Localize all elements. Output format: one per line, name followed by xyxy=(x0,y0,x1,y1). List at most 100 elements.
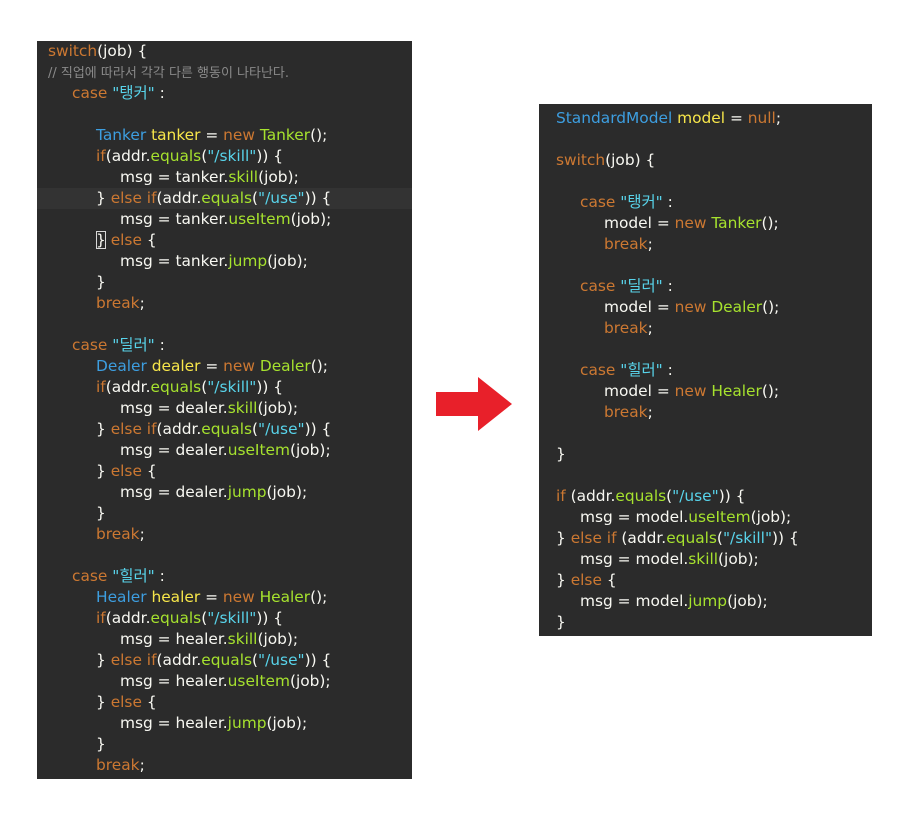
code-token: } xyxy=(96,735,106,753)
code-token: { xyxy=(141,462,157,480)
code-token: )) { xyxy=(304,420,332,438)
code-token: )) { xyxy=(256,378,284,396)
code-token: msg = dealer. xyxy=(120,441,228,459)
code-token: (job); xyxy=(257,399,299,417)
code-line: StandardModel model = null; xyxy=(539,108,872,129)
code-token: case xyxy=(580,361,621,379)
code-line: } xyxy=(37,272,412,293)
code-token: (addr. xyxy=(565,487,616,505)
code-line: msg = dealer.skill(job); xyxy=(37,398,412,419)
code-token: (); xyxy=(762,298,780,316)
code-token: Dealer xyxy=(711,298,763,316)
code-line: } else if(addr.equals("/use")) { xyxy=(37,650,412,671)
code-line: break; xyxy=(37,293,412,314)
code-token: )) { xyxy=(304,189,332,207)
code-token: (); xyxy=(310,126,328,144)
code-token: (); xyxy=(761,214,779,232)
code-token: equals xyxy=(150,609,202,627)
code-token: else if xyxy=(110,420,157,438)
code-line: msg = tanker.useItem(job); xyxy=(37,209,412,230)
code-token: break xyxy=(96,294,140,312)
code-token: (addr. xyxy=(156,189,202,207)
code-line: msg = tanker.jump(job); xyxy=(37,251,412,272)
code-token: msg = dealer. xyxy=(120,399,228,417)
code-token: (addr. xyxy=(156,420,202,438)
code-line: } else { xyxy=(37,692,412,713)
code-token: (job); xyxy=(289,441,331,459)
code-line: if(addr.equals("/skill")) { xyxy=(37,146,412,167)
code-token: (job) { xyxy=(97,42,148,60)
code-token: Tanker xyxy=(711,214,762,232)
code-token: msg = healer. xyxy=(120,630,228,648)
code-line: case "딜러" : xyxy=(37,335,412,356)
code-token: msg = model. xyxy=(580,550,689,568)
code-token: "/skill" xyxy=(207,378,257,396)
code-token: } xyxy=(556,445,566,463)
code-line: break; xyxy=(539,402,872,423)
code-token: (); xyxy=(310,588,328,606)
code-line: model = new Tanker(); xyxy=(539,213,872,234)
code-token: (job); xyxy=(266,714,308,732)
code-token: switch xyxy=(556,151,606,169)
code-token: (addr. xyxy=(156,651,202,669)
code-token: msg = healer. xyxy=(120,714,228,732)
code-token: skill xyxy=(228,168,259,186)
code-token: } xyxy=(96,420,111,438)
code-token: break xyxy=(96,525,140,543)
code-line: break; xyxy=(37,755,412,776)
code-token: "/skill" xyxy=(207,147,257,165)
code-token: Healer xyxy=(711,382,762,400)
code-line: msg = healer.skill(job); xyxy=(37,629,412,650)
code-line: model = new Dealer(); xyxy=(539,297,872,318)
code-token: else xyxy=(110,462,142,480)
code-line: } xyxy=(539,612,872,633)
code-line: msg = healer.jump(job); xyxy=(37,713,412,734)
code-token: switch xyxy=(48,42,98,60)
code-token: equals xyxy=(201,420,253,438)
code-line: Dealer dealer = new Dealer(); xyxy=(37,356,412,377)
code-token: } xyxy=(96,462,111,480)
code-token: msg = tanker. xyxy=(120,252,229,270)
code-line: Healer healer = new Healer(); xyxy=(37,587,412,608)
code-line: Tanker tanker = new Tanker(); xyxy=(37,125,412,146)
code-token: (job); xyxy=(290,210,332,228)
code-panel-after: StandardModel model = null; switch(job) {… xyxy=(539,104,872,636)
code-token: if xyxy=(556,487,566,505)
code-token: { xyxy=(141,231,157,249)
code-token: skill xyxy=(227,630,258,648)
code-token: useItem xyxy=(688,508,751,526)
code-panel-before: switch(job) {// 직업에 따라서 각각 다른 행동이 나타난다. c… xyxy=(37,41,412,779)
code-token: equals xyxy=(615,487,667,505)
code-token: else xyxy=(110,693,142,711)
code-token: useItem xyxy=(227,672,290,690)
code-token: "탱커" xyxy=(112,84,155,102)
code-token: )) { xyxy=(256,147,284,165)
code-token: jump xyxy=(228,252,268,270)
code-token: else if xyxy=(110,651,157,669)
code-token: case xyxy=(72,336,113,354)
code-token: Dealer xyxy=(259,357,311,375)
code-token: break xyxy=(604,319,648,337)
code-token: jump xyxy=(227,483,267,501)
code-token: (job); xyxy=(266,483,308,501)
code-token: jump xyxy=(227,714,267,732)
code-token: msg = dealer. xyxy=(120,483,228,501)
code-token: )) { xyxy=(256,609,284,627)
code-token: new xyxy=(223,126,260,144)
code-token: equals xyxy=(150,378,202,396)
code-token: ; xyxy=(775,109,781,127)
code-line: break; xyxy=(37,524,412,545)
code-token: } xyxy=(556,529,571,547)
code-token: new xyxy=(674,382,712,400)
code-token: (addr. xyxy=(616,529,667,547)
text-cursor: } xyxy=(96,231,106,249)
code-token: = xyxy=(200,588,223,606)
code-line: } else if(addr.equals("/use")) { xyxy=(37,419,412,440)
code-token: model xyxy=(672,109,726,127)
